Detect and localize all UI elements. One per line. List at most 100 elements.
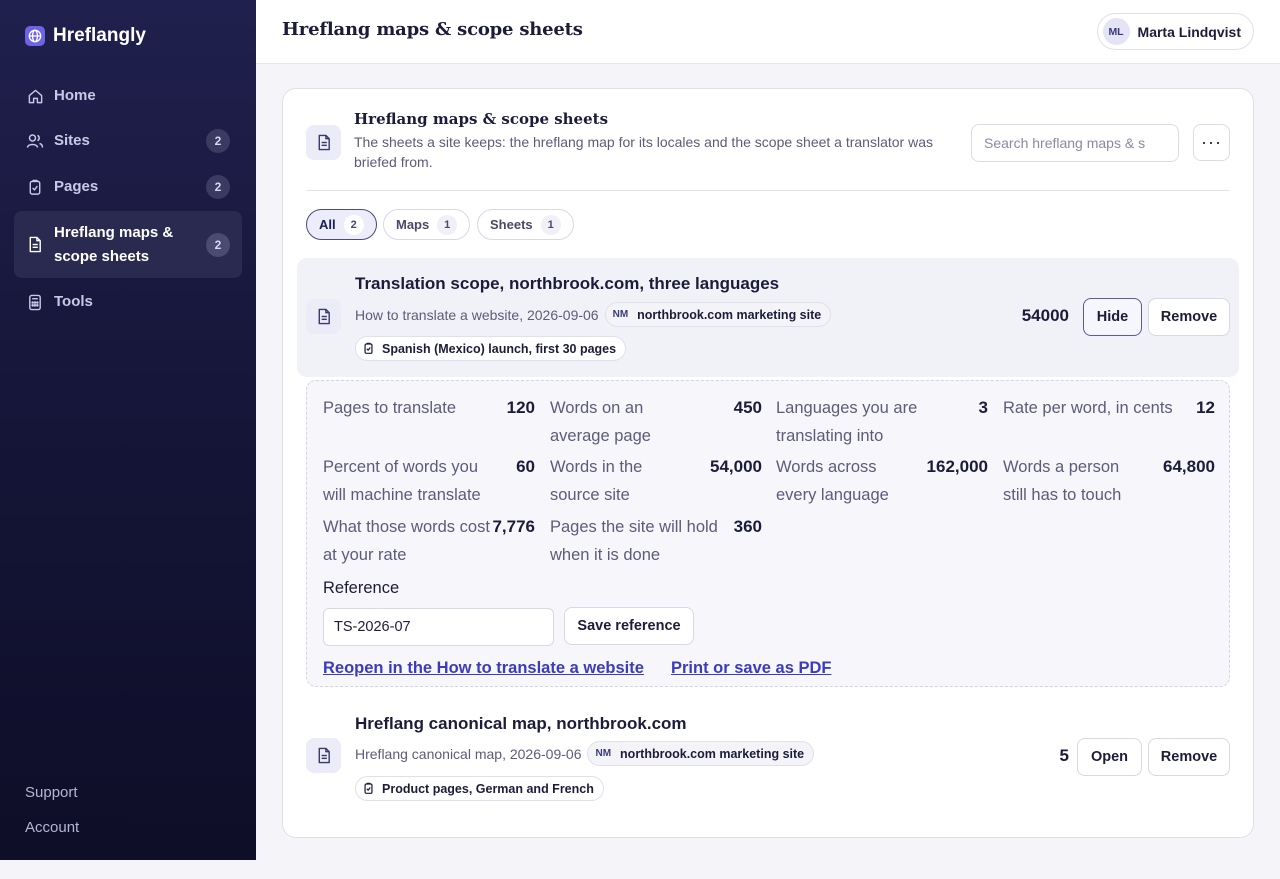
site-chip[interactable]: NM northbrook.com marketing site [587, 741, 815, 766]
page-chip[interactable]: Product pages, German and French [355, 776, 604, 801]
item-number: 54000 [1021, 306, 1069, 325]
filter-all[interactable]: All 2 [306, 209, 377, 240]
brand[interactable]: Hreflangly [25, 25, 146, 47]
site-name: northbrook.com marketing site [637, 307, 822, 322]
stat-value: 12 [1196, 398, 1215, 417]
clipboard-icon [26, 178, 44, 196]
remove-button[interactable]: Remove [1148, 298, 1230, 336]
sidebar-item-pages[interactable]: Pages 2 [14, 174, 242, 200]
reference-input[interactable] [323, 608, 554, 646]
stat-value: 120 [506, 398, 535, 417]
more-icon: ··· [1201, 132, 1222, 152]
stat-label: Words in the source site [550, 458, 643, 504]
sheets-card: Hreflang maps & scope sheets The sheets … [282, 88, 1254, 838]
stat-label: Words on an average page [550, 399, 651, 445]
item-page: Product pages, German and French [355, 776, 604, 801]
stat-value: 162,000 [926, 457, 988, 476]
open-button[interactable]: Open [1077, 738, 1142, 776]
filter-count: 1 [437, 214, 458, 235]
item-number: 5 [1059, 746, 1069, 765]
home-icon [26, 87, 44, 105]
site-initials: NM [612, 309, 629, 320]
stat-value: 7,776 [492, 517, 535, 536]
sidebar-item-label: Tools [54, 293, 93, 310]
item-source: How to translate a website, 2026-09-06 [355, 306, 599, 323]
stat-label: Rate per word, in cents [1003, 399, 1173, 417]
calculator-icon [26, 293, 44, 311]
count-badge: 2 [206, 232, 230, 257]
stat-rate: Rate per word, in cents 12 [1003, 394, 1215, 422]
stat-label: Percent of words you will machine transl… [323, 458, 481, 504]
stat-source-words: Words in the source site 54,000 [550, 453, 762, 509]
users-icon [26, 132, 44, 150]
document-icon [306, 299, 341, 334]
sidebar-item-tools[interactable]: Tools [14, 289, 242, 315]
item-source: Hreflang canonical map, 2026-09-06 [355, 745, 582, 762]
brand-name: Hreflangly [53, 25, 146, 46]
page-chip[interactable]: Spanish (Mexico) launch, first 30 pages [355, 336, 627, 361]
stat-all-words: Words across every language 162,000 [776, 453, 988, 509]
page-title: Hreflang maps & scope sheets [282, 19, 583, 40]
print-link[interactable]: Print or save as PDF [671, 659, 831, 678]
page-name: Product pages, German and French [382, 781, 594, 796]
sidebar-item-home[interactable]: Home [14, 83, 242, 109]
hide-button[interactable]: Hide [1083, 298, 1142, 336]
stat-value: 3 [978, 398, 988, 417]
support-link[interactable]: Support [25, 784, 78, 801]
sidebar-item-label: Home [54, 87, 96, 104]
stat-human-words: Words a person still has to touch 64,800 [1003, 453, 1215, 509]
document-icon [306, 125, 341, 160]
count-badge: 2 [206, 175, 230, 199]
stat-value: 450 [733, 398, 762, 417]
stat-label: Words a person still has to touch [1003, 458, 1122, 504]
list-item[interactable]: Hreflang canonical map, northbrook.com H… [297, 701, 1239, 811]
stat-pages-to-translate: Pages to translate 120 [323, 394, 535, 422]
user-menu[interactable]: ML Marta Lindqvist [1096, 13, 1254, 50]
user-name: Marta Lindqvist [1137, 23, 1241, 40]
stat-value: 360 [733, 517, 762, 536]
search-input[interactable] [971, 124, 1179, 162]
item-title: Hreflang canonical map, northbrook.com [355, 714, 687, 733]
filter-maps[interactable]: Maps 1 [383, 209, 471, 240]
document-icon [306, 738, 341, 773]
clipboard-icon [360, 342, 376, 355]
reference-label: Reference [323, 579, 400, 597]
sidebar-item-sites[interactable]: Sites 2 [14, 128, 242, 154]
divider [306, 190, 1230, 191]
site-initials: NM [595, 748, 612, 759]
filter-label: Maps [396, 217, 430, 232]
stat-label: Languages you are translating into [776, 399, 918, 445]
sidebar-item-label: Pages [54, 178, 99, 195]
clipboard-icon [360, 782, 376, 795]
stat-label: Words across every language [776, 458, 889, 504]
account-link[interactable]: Account [25, 819, 79, 836]
globe-icon [25, 26, 45, 46]
item-page: Spanish (Mexico) launch, first 30 pages [355, 336, 627, 361]
stat-languages: Languages you are translating into 3 [776, 394, 988, 450]
stat-value: 60 [516, 457, 535, 476]
site-name: northbrook.com marketing site [620, 746, 805, 761]
filter-label: Sheets [490, 217, 533, 232]
filter-sheets[interactable]: Sheets 1 [477, 209, 574, 240]
stat-cost: What those words cost at your rate 7,776 [323, 513, 535, 569]
sidebar-item-hreflang-maps[interactable]: Hreflang maps & scope sheets 2 [14, 211, 242, 278]
filter-count: 1 [540, 214, 561, 235]
stat-label: Pages the site will hold when it is done [550, 518, 718, 564]
document-icon [26, 236, 44, 254]
remove-button[interactable]: Remove [1148, 738, 1230, 776]
stat-label: Pages to translate [323, 399, 456, 417]
filter-count: 2 [343, 214, 364, 235]
stat-value: 54,000 [710, 457, 762, 476]
item-title: Translation scope, northbrook.com, three… [355, 274, 780, 293]
stat-label: What those words cost at your rate [323, 518, 490, 564]
reopen-link[interactable]: Reopen in the How to translate a website [323, 659, 644, 678]
more-options-button[interactable]: ··· [1193, 124, 1230, 161]
site-chip[interactable]: NM northbrook.com marketing site [604, 302, 832, 327]
list-item[interactable]: Translation scope, northbrook.com, three… [297, 258, 1239, 377]
page-background-strip [0, 860, 1280, 879]
save-reference-button[interactable]: Save reference [564, 607, 694, 645]
card-title: Hreflang maps & scope sheets [354, 110, 609, 128]
avatar: ML [1102, 18, 1130, 45]
topbar: Hreflang maps & scope sheets ML Marta Li… [256, 0, 1280, 64]
item-meta: How to translate a website, 2026-09-06 N… [355, 302, 832, 327]
